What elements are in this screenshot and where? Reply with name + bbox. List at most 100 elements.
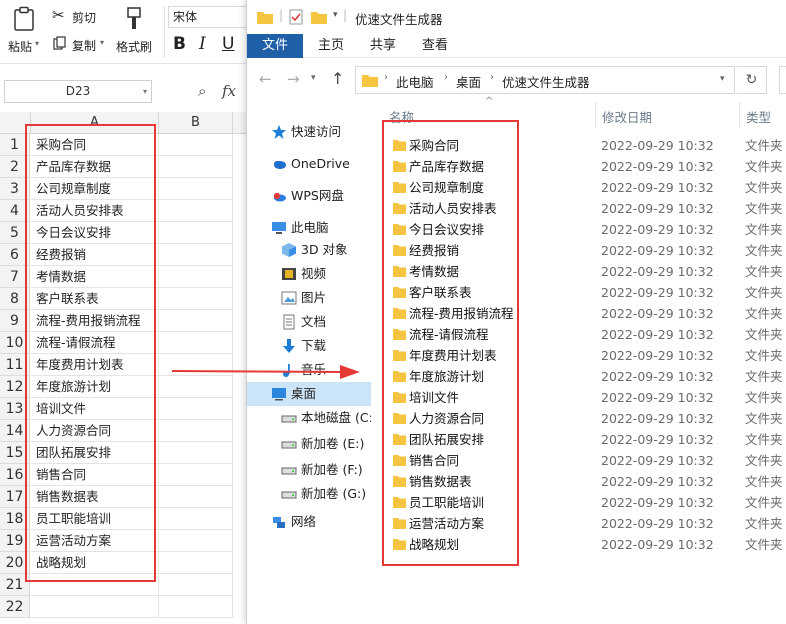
underline-button[interactable]: U xyxy=(222,34,234,54)
tab-file[interactable]: 文件 xyxy=(247,34,303,58)
up-arrow-icon[interactable]: ↑ xyxy=(331,69,344,88)
cell-b[interactable] xyxy=(159,574,233,596)
chevron-right-icon: › xyxy=(444,72,448,83)
ribbon-tabs: 文件 主页 共享 查看 xyxy=(247,34,786,58)
cell-b[interactable] xyxy=(159,398,233,420)
file-type: 文件夹 xyxy=(745,411,783,426)
breadcrumb-desktop[interactable]: 桌面 xyxy=(456,72,481,91)
cell-b[interactable] xyxy=(159,486,233,508)
window-title: 优速文件生成器 xyxy=(355,12,443,27)
clipboard-icon xyxy=(14,6,34,31)
cell-b[interactable] xyxy=(159,596,233,618)
explorer-window: | ▾ | 优速文件生成器 文件 主页 共享 查看 ← → ▾ ↑ › 此电脑 … xyxy=(246,0,786,624)
file-modified-date: 2022-09-29 10:32 xyxy=(601,180,714,195)
column-header-type[interactable]: 类型 xyxy=(746,108,771,128)
highlight-box xyxy=(382,120,519,566)
copy-label: 复制 xyxy=(72,39,97,53)
tab-share[interactable]: 共享 xyxy=(357,34,409,58)
copy-icon xyxy=(53,36,66,50)
search-input[interactable] xyxy=(779,66,786,94)
column-divider xyxy=(739,102,740,128)
cell-b[interactable] xyxy=(159,332,233,354)
folder-icon xyxy=(362,75,378,87)
file-modified-date: 2022-09-29 10:32 xyxy=(601,201,714,216)
italic-button[interactable]: I xyxy=(199,34,206,54)
address-bar[interactable]: › 此电脑 › 桌面 › 优速文件生成器 ▾ xyxy=(355,66,735,94)
cell-b[interactable] xyxy=(159,420,233,442)
divider: | xyxy=(343,8,348,22)
file-modified-date: 2022-09-29 10:32 xyxy=(601,222,714,237)
cell-b[interactable] xyxy=(159,442,233,464)
cell-b[interactable] xyxy=(159,222,233,244)
cell-b[interactable] xyxy=(159,266,233,288)
chevron-down-icon[interactable]: ▾ xyxy=(311,73,316,83)
row-header[interactable]: 22 xyxy=(0,596,30,618)
file-modified-date: 2022-09-29 10:32 xyxy=(601,432,714,447)
column-header-b[interactable]: B xyxy=(159,112,233,134)
fx-label[interactable]: fx xyxy=(222,82,236,100)
file-modified-date: 2022-09-29 10:32 xyxy=(601,369,714,384)
file-modified-date: 2022-09-29 10:32 xyxy=(601,264,714,279)
breadcrumb-folder[interactable]: 优速文件生成器 xyxy=(502,72,590,91)
copy-button[interactable]: 复制 ▾ xyxy=(52,34,118,56)
cell-b[interactable] xyxy=(159,552,233,574)
file-modified-date: 2022-09-29 10:32 xyxy=(601,138,714,153)
name-box-value: D23 xyxy=(65,84,91,98)
file-modified-date: 2022-09-29 10:32 xyxy=(601,516,714,531)
forward-arrow-icon[interactable]: → xyxy=(287,70,300,88)
paste-button[interactable]: 粘贴 ▾ xyxy=(8,4,44,60)
chevron-down-icon[interactable]: ▾ xyxy=(333,10,338,20)
cell-b[interactable] xyxy=(159,200,233,222)
cell-b[interactable] xyxy=(159,530,233,552)
font-name-select[interactable]: 宋体 xyxy=(168,6,246,28)
bold-button[interactable]: B xyxy=(173,34,186,54)
font-name-value: 宋体 xyxy=(173,10,198,24)
file-modified-date: 2022-09-29 10:32 xyxy=(601,390,714,405)
chevron-right-icon: › xyxy=(490,72,494,83)
file-type: 文件夹 xyxy=(745,243,783,258)
file-modified-date: 2022-09-29 10:32 xyxy=(601,474,714,489)
cut-label: 剪切 xyxy=(72,11,97,25)
format-painter-label: 格式刷 xyxy=(116,40,153,54)
tab-view[interactable]: 查看 xyxy=(409,34,461,58)
chevron-down-icon: ▾ xyxy=(142,87,147,96)
cell-b[interactable] xyxy=(159,310,233,332)
column-divider xyxy=(595,102,596,128)
cell-b[interactable] xyxy=(159,178,233,200)
new-folder-icon[interactable] xyxy=(311,10,327,24)
file-modified-date: 2022-09-29 10:32 xyxy=(601,537,714,552)
name-box[interactable]: D23 ▾ xyxy=(4,80,152,103)
file-type: 文件夹 xyxy=(745,369,783,384)
tab-home[interactable]: 主页 xyxy=(305,34,357,58)
cell-b[interactable] xyxy=(159,508,233,530)
file-type: 文件夹 xyxy=(745,138,783,153)
cell-b[interactable] xyxy=(159,134,233,156)
file-type: 文件夹 xyxy=(745,264,783,279)
cell-b[interactable] xyxy=(159,244,233,266)
file-modified-date: 2022-09-29 10:32 xyxy=(601,453,714,468)
file-modified-date: 2022-09-29 10:32 xyxy=(601,306,714,321)
zoom-search-icon[interactable]: ⌕ xyxy=(198,82,206,100)
cell-b[interactable] xyxy=(159,464,233,486)
properties-icon[interactable] xyxy=(289,9,303,25)
file-modified-date: 2022-09-29 10:32 xyxy=(601,348,714,363)
cut-button[interactable]: ✂ 剪切 xyxy=(52,6,112,28)
file-type: 文件夹 xyxy=(745,537,783,552)
back-arrow-icon[interactable]: ← xyxy=(259,70,272,88)
file-type: 文件夹 xyxy=(745,180,783,195)
format-painter-button[interactable]: 格式刷 xyxy=(112,4,158,60)
scissors-icon: ✂ xyxy=(52,6,65,24)
column-header-modified[interactable]: 修改日期 xyxy=(602,108,652,128)
file-modified-date: 2022-09-29 10:32 xyxy=(601,243,714,258)
cell-a[interactable] xyxy=(31,596,159,618)
file-modified-date: 2022-09-29 10:32 xyxy=(601,159,714,174)
cell-b[interactable] xyxy=(159,156,233,178)
cell-b[interactable] xyxy=(159,288,233,310)
chevron-down-icon: ▾ xyxy=(100,38,105,47)
spreadsheet-ribbon: 粘贴 ▾ ✂ 剪切 复制 ▾ 格式刷 宋体 B I U xyxy=(0,0,246,64)
file-type: 文件夹 xyxy=(745,285,783,300)
refresh-icon[interactable]: ↻ xyxy=(737,66,767,94)
file-type: 文件夹 xyxy=(745,432,783,447)
breadcrumb-this-pc[interactable]: 此电脑 xyxy=(396,72,434,91)
chevron-down-icon[interactable]: ▾ xyxy=(720,74,725,84)
